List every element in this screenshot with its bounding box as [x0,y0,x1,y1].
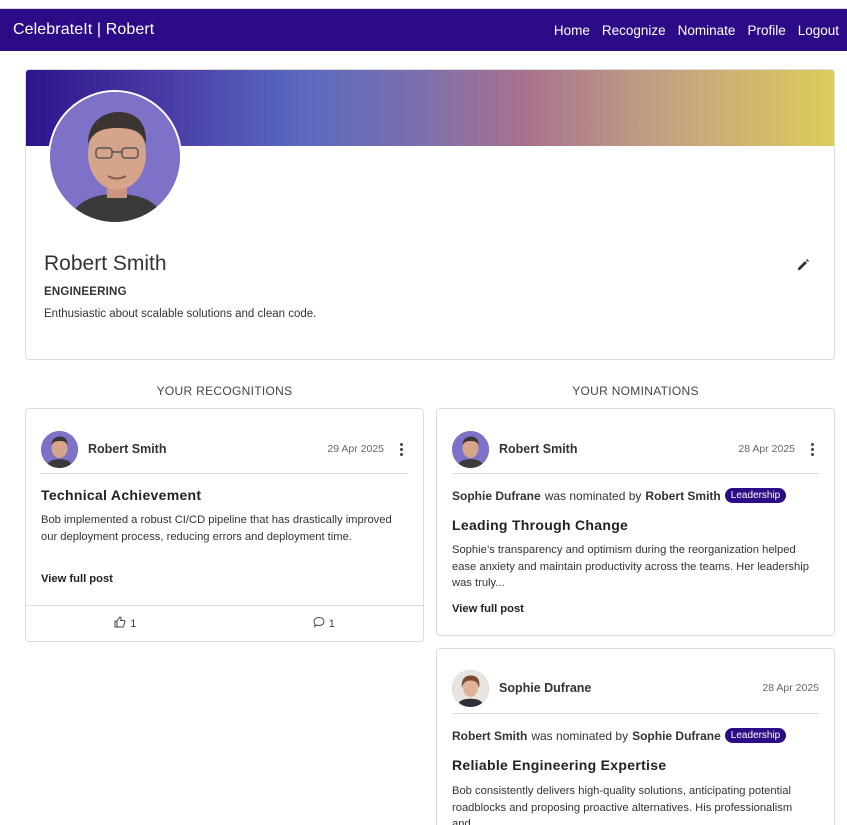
category-badge: Leadership [724,488,787,503]
nominations-column-title: YOUR NOMINATIONS [572,384,699,398]
recognitions-column-title: YOUR RECOGNITIONS [156,384,293,398]
avatar [41,430,78,468]
like-button[interactable]: 1 [26,606,225,641]
nomination-connector: was nominated by [531,728,629,743]
nomination-summary: Robert Smith was nominated by Sophie Duf… [452,728,819,743]
kebab-menu-icon[interactable] [394,442,408,456]
nomination-connector: was nominated by [544,488,642,503]
nav-home-link[interactable]: Home [554,23,590,38]
avatar [452,430,489,468]
card-divider [452,473,819,474]
card-actions: 1 1 [26,605,423,641]
nav-recognize-link[interactable]: Recognize [602,23,666,38]
card-date: 28 Apr 2025 [762,682,819,694]
view-full-post-link[interactable]: View full post [452,603,524,615]
view-full-post-link[interactable]: View full post [41,573,113,585]
nominator-name[interactable]: Robert Smith [645,489,720,503]
profile-card: Robert Smith ENGINEERING Enthusiastic ab… [25,69,835,360]
brand-title[interactable]: CelebrateIt | Robert [13,21,154,39]
nav-nominate-link[interactable]: Nominate [678,23,736,38]
profile-name: Robert Smith [44,252,167,275]
card-date: 28 Apr 2025 [738,443,795,455]
profile-department: ENGINEERING [44,286,127,298]
card-divider [452,713,819,714]
card-header: Robert Smith 28 Apr 2025 [452,430,819,468]
nav-logout-link[interactable]: Logout [798,23,839,38]
post-title: Leading Through Change [452,517,629,533]
post-body: Bob implemented a robust CI/CD pipeline … [41,514,392,543]
post-body: Bob consistently delivers high-quality s… [452,785,793,825]
nominator-name[interactable]: Sophie Dufrane [632,729,721,743]
profile-avatar [48,90,182,224]
kebab-menu-icon[interactable] [805,442,819,456]
top-navbar: CelebrateIt | Robert Home Recognize Nomi… [0,9,847,51]
window-top-strip [0,0,847,9]
card-header: Robert Smith 29 Apr 2025 [41,430,408,468]
comment-button[interactable]: 1 [225,606,424,641]
nominee-name[interactable]: Sophie Dufrane [452,489,541,503]
nav-profile-link[interactable]: Profile [747,23,785,38]
recognition-card: Robert Smith 29 Apr 2025 Technical Achie… [25,408,424,642]
post-body: Sophie’s transparency and optimism durin… [452,544,809,589]
thumbs-up-icon [114,616,126,631]
card-divider [41,473,408,474]
card-header: Sophie Dufrane 28 Apr 2025 [452,669,819,707]
nomination-card: Sophie Dufrane 28 Apr 2025 Robert Smith … [436,648,835,825]
card-author-name[interactable]: Robert Smith [499,442,577,456]
profile-bio: Enthusiastic about scalable solutions an… [44,308,317,320]
card-date: 29 Apr 2025 [327,443,384,455]
comment-icon [313,616,325,631]
avatar [452,669,489,707]
post-title: Technical Achievement [41,487,202,503]
comment-count: 1 [328,617,335,630]
nomination-summary: Sophie Dufrane was nominated by Robert S… [452,488,819,503]
card-author-name[interactable]: Sophie Dufrane [499,681,591,695]
nomination-card: Robert Smith 28 Apr 2025 Sophie Dufrane … [436,408,835,636]
post-title: Reliable Engineering Expertise [452,757,667,773]
like-count: 1 [130,617,137,630]
pencil-icon[interactable] [796,258,810,272]
nav-links: Home Recognize Nominate Profile Logout [554,23,839,38]
card-author-name[interactable]: Robert Smith [88,442,166,456]
category-badge: Leadership [724,728,787,743]
nominee-name[interactable]: Robert Smith [452,729,527,743]
